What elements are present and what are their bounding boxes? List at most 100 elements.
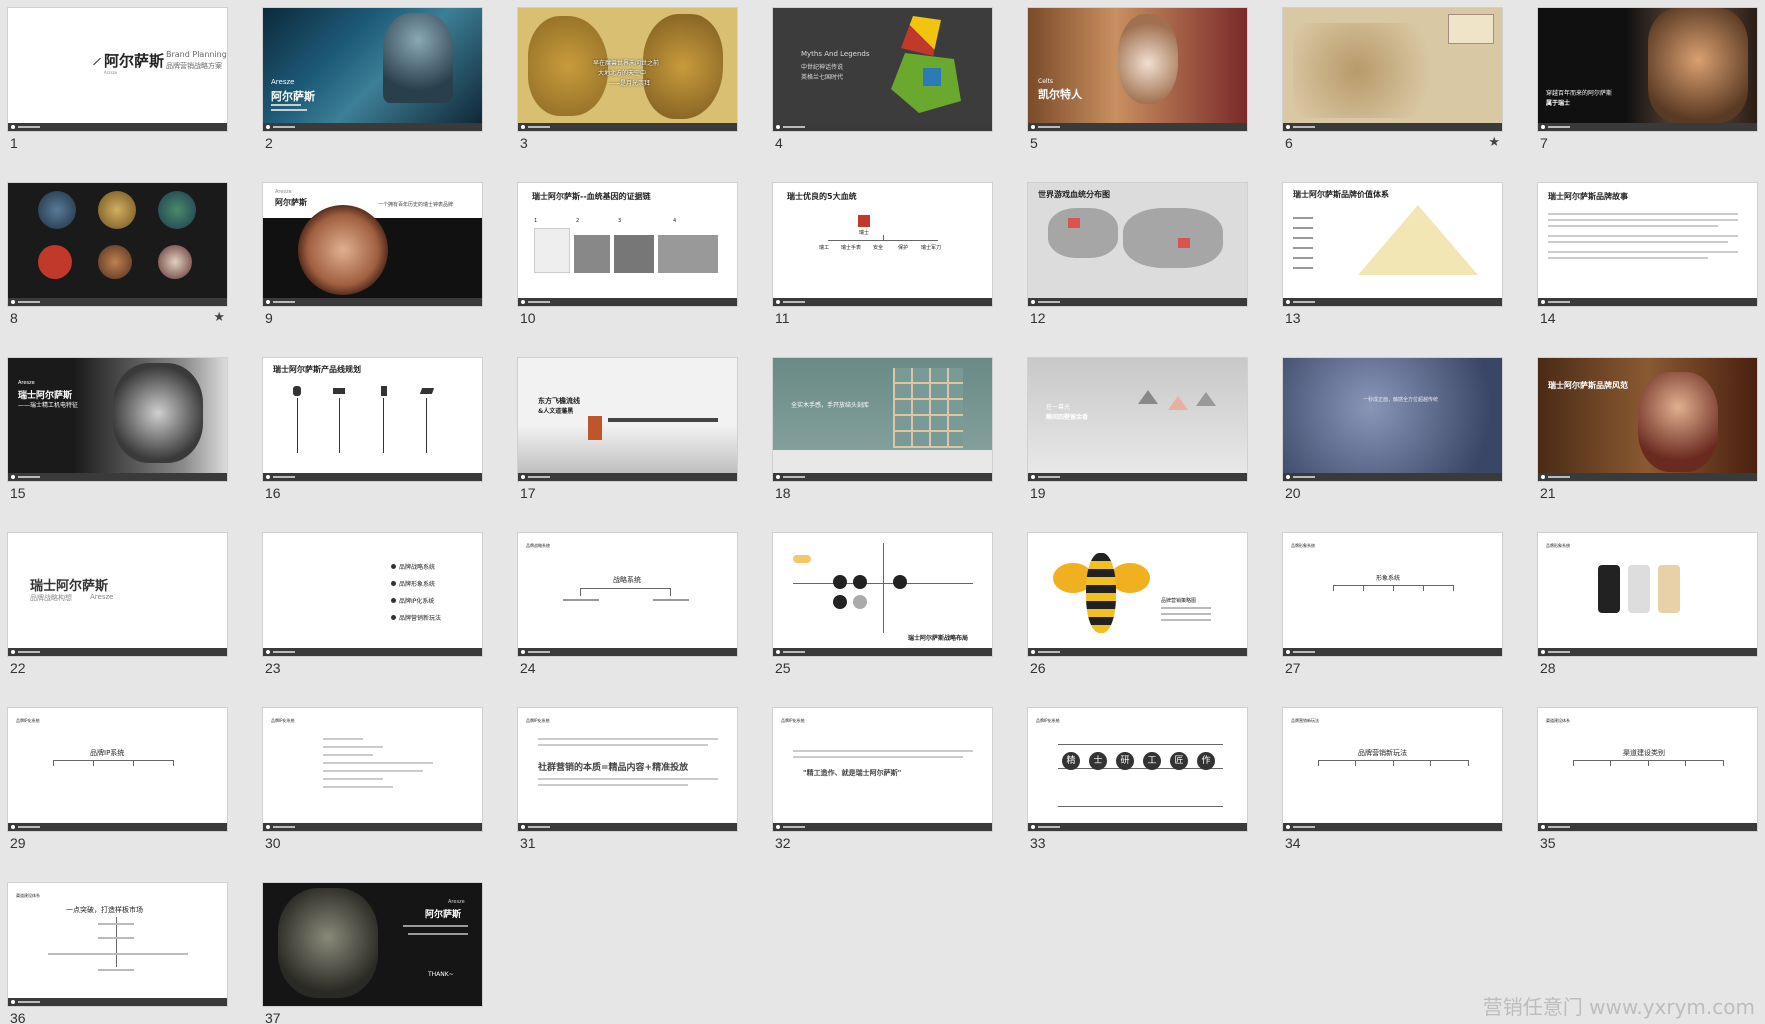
slide-24-root: 战略系统 — [613, 576, 641, 584]
slide-thumb-28[interactable]: 品牌形象系统 28 — [1538, 533, 1757, 708]
armored-knight-image — [383, 13, 453, 103]
slide-6-canvas — [1283, 8, 1502, 131]
slide-footer — [518, 823, 737, 831]
slide-30-canvas: 品牌IP化系统 — [263, 708, 482, 831]
map-landmass-americas — [1048, 208, 1118, 258]
slide-32-head: 品牌IP化系统 — [781, 718, 805, 723]
swiss-flag-icon — [858, 215, 870, 227]
slide-thumb-24[interactable]: 品牌战略系统 战略系统 24 — [518, 533, 737, 708]
slide-17-line2: &人文道藩黑 — [538, 408, 574, 415]
slide-thumb-19[interactable]: 任一幕光 瞬间四壁留余香 19 — [1028, 358, 1247, 533]
slide-thumb-15[interactable]: Aresze 瑞士阿尔萨斯 ——瑞士精工机电特征 15 — [8, 358, 227, 533]
slide-thumb-37[interactable]: Aresze 阿尔萨斯 THANK~ 37 — [263, 883, 482, 1024]
slide-thumb-21[interactable]: 瑞士阿尔萨斯品牌风范 21 — [1538, 358, 1757, 533]
slide-thumb-34[interactable]: 品牌营销新玩法 品牌营销新玩法 34 — [1283, 708, 1502, 883]
slide-thumb-10[interactable]: 瑞士阿尔萨斯--血统基因的证据链 1 2 3 4 10 — [518, 183, 737, 358]
slide-thumb-30[interactable]: 品牌IP化系统 30 — [263, 708, 482, 883]
slide-thumb-33[interactable]: 品牌IP化系统 精 士 研 工 匠 作 33 — [1028, 708, 1247, 883]
slide-footer — [8, 648, 227, 656]
slide-footer — [518, 298, 737, 306]
slide-24-canvas: 品牌战略系统 战略系统 — [518, 533, 737, 656]
slide-24-head: 品牌战略系统 — [526, 543, 550, 548]
slide-28-canvas: 品牌形象系统 — [1538, 533, 1757, 656]
slide-footer — [773, 648, 992, 656]
hero-portrait-image — [1648, 8, 1748, 123]
slide-thumb-12[interactable]: 世界游戏血统分布图 12 — [1028, 183, 1247, 358]
watch-image — [298, 205, 388, 295]
bee-body-image — [1086, 553, 1116, 633]
slide-thumb-6[interactable]: 6 ★ — [1283, 8, 1502, 183]
slide-number: 30 — [265, 835, 281, 851]
slide-11-item-1: 瑞工 — [819, 245, 830, 251]
slide-number: 6 — [1285, 135, 1293, 151]
slide-thumb-7[interactable]: 穿越百年而来的阿尔萨斯 属于瑞士 7 — [1538, 8, 1757, 183]
slide-26-right: 品牌营销策略图 — [1161, 598, 1197, 604]
slide-number: 31 — [520, 835, 536, 851]
slide-thumb-1[interactable]: 阿尔萨斯 Brand Planning 品牌营销战略方案 Arzsze 1 — [8, 8, 227, 183]
slide-16-canvas: 瑞士阿尔萨斯产品线规划 — [263, 358, 482, 481]
slide-22-sub: 品牌战略构想 — [30, 594, 72, 602]
slide-thumb-27[interactable]: 品牌形象系统 形象系统 27 — [1283, 533, 1502, 708]
slide-thumb-29[interactable]: 品牌IP化系统 品牌IP系统 29 — [8, 708, 227, 883]
slide-thumb-22[interactable]: 瑞士阿尔萨斯 品牌战略构想 Aresze 22 — [8, 533, 227, 708]
slide-thumb-5[interactable]: Celts 凯尔特人 5 — [1028, 8, 1247, 183]
slide-22-canvas: 瑞士阿尔萨斯 品牌战略构想 Aresze — [8, 533, 227, 656]
slide-thumb-17[interactable]: 东方飞檐流线 &人文道藩黑 17 — [518, 358, 737, 533]
slide-thumb-16[interactable]: 瑞士阿尔萨斯产品线规划 16 — [263, 358, 482, 533]
slide-thumb-3[interactable]: 早在魔兽世界未问世之前 大地北方的天空中 ——是月光崇拜 3 — [518, 8, 737, 183]
slide-thumb-36[interactable]: 渠道建设体系 一点突破，打造样板市场 36 — [8, 883, 227, 1024]
evidence-photo-2 — [574, 235, 610, 273]
slide-thumb-11[interactable]: 瑞士优良的5大血统 瑞士 瑞工 瑞士手表 安全 保护 瑞士军刀 11 — [773, 183, 992, 358]
map-region-flag — [923, 68, 941, 86]
slide-thumb-4[interactable]: Myths And Legends 中世纪神话传说 英格兰七国时代 4 — [773, 8, 992, 183]
slide-number: 13 — [1285, 310, 1301, 326]
slide-8-canvas — [8, 183, 227, 306]
slide-11-canvas: 瑞士优良的5大血统 瑞士 瑞工 瑞士手表 安全 保护 瑞士军刀 — [773, 183, 992, 306]
slide-11-item-5: 瑞士军刀 — [921, 245, 942, 251]
slide-thumb-20[interactable]: 一秒成正面，触感全方位超越传统 20 — [1283, 358, 1502, 533]
slide-5-title: 凯尔特人 — [1038, 88, 1082, 101]
slide-footer — [263, 123, 482, 131]
slide-number: 25 — [775, 660, 791, 676]
slide-thumb-23[interactable]: 品牌战略系统 品牌形象系统 品牌IP化系统 品牌营销新玩法 23 — [263, 533, 482, 708]
slide-thumb-2[interactable]: Aresze 阿尔萨斯 2 — [263, 8, 482, 183]
circle-image-3 — [158, 191, 196, 229]
slide-34-canvas: 品牌营销新玩法 品牌营销新玩法 — [1283, 708, 1502, 831]
slide-footer — [1538, 298, 1757, 306]
slide-number: 32 — [775, 835, 791, 851]
slide-thumb-8[interactable]: 8 ★ — [8, 183, 227, 358]
slide-33-canvas: 品牌IP化系统 精 士 研 工 匠 作 — [1028, 708, 1247, 831]
slide-thumb-35[interactable]: 渠道建设体系 渠道建设类别 35 — [1538, 708, 1757, 883]
desk-image — [608, 418, 718, 422]
slide-footer — [8, 823, 227, 831]
slide-number: 18 — [775, 485, 791, 501]
slide-thumb-18[interactable]: 全实木手感，手开放结头刻库 18 — [773, 358, 992, 533]
slide-2-en: Aresze — [271, 78, 295, 86]
slide-20-line1: 一秒成正面，触感全方位超越传统 — [1363, 397, 1439, 403]
circle-image-5 — [98, 245, 132, 279]
slide-15-sub: ——瑞士精工机电特征 — [18, 402, 79, 409]
slide-thumb-14[interactable]: 瑞士阿尔萨斯品牌故事 14 — [1538, 183, 1757, 358]
slide-footer — [1283, 473, 1502, 481]
slide-thumb-26[interactable]: 品牌营销策略图 26 — [1028, 533, 1247, 708]
slide-thumb-32[interactable]: 品牌IP化系统 "精工造作、就是瑞士阿尔萨斯" 32 — [773, 708, 992, 883]
lamp-icon — [1138, 390, 1158, 404]
slide-thumb-25[interactable]: 瑞士阿尔萨斯战略布局 25 — [773, 533, 992, 708]
slide-thumb-31[interactable]: 品牌IP化系统 社群营销的本质=精品内容+精准投放 31 — [518, 708, 737, 883]
slide-17-line1: 东方飞檐流线 — [538, 397, 580, 405]
slide-footer — [773, 473, 992, 481]
slide-number: 23 — [265, 660, 281, 676]
watermark: 营销任意门 www.yxrym.com — [1482, 995, 1755, 1019]
slide-1-canvas: 阿尔萨斯 Brand Planning 品牌营销战略方案 Arzsze — [8, 8, 227, 131]
slide-number: 26 — [1030, 660, 1046, 676]
slide-5-en: Celts — [1038, 78, 1054, 85]
slide-footer — [518, 473, 737, 481]
phone-case-image — [1598, 565, 1620, 613]
chair-image — [588, 416, 602, 440]
slide-thumb-13[interactable]: 瑞士阿尔萨斯品牌价值体系 13 — [1283, 183, 1502, 358]
slide-35-head: 渠道建设体系 — [1546, 718, 1570, 723]
slide-26-canvas: 品牌营销策略图 — [1028, 533, 1247, 656]
slide-thumb-9[interactable]: Aresze 阿尔萨斯 一个拥有百年历史的瑞士钟表品牌 9 — [263, 183, 482, 358]
slide-27-head: 品牌形象系统 — [1291, 543, 1315, 548]
slide-3-canvas: 早在魔兽世界未问世之前 大地北方的天空中 ——是月光崇拜 — [518, 8, 737, 131]
